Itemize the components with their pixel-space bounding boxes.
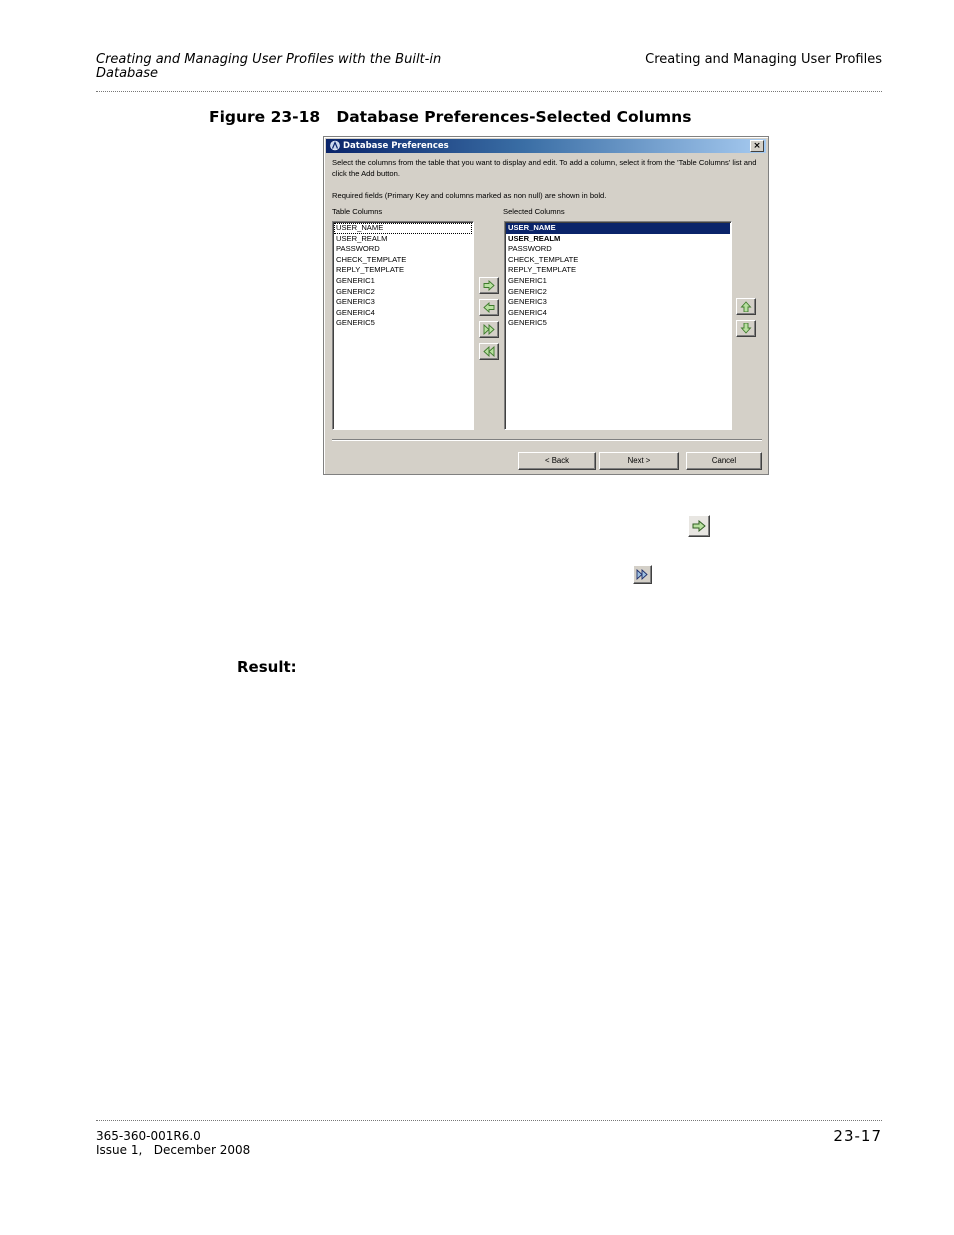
arrow-up-icon [740,301,752,312]
list-item[interactable]: CHECK_TEMPLATE [506,255,730,266]
header-chapter-title: Creating and Managing User Profiles with… [96,52,442,81]
figure-caption: Figure 23-18 Database Preferences-Select… [209,108,692,126]
list-item[interactable]: PASSWORD [334,244,472,255]
list-item[interactable]: GENERIC5 [334,318,472,329]
remove-all-columns-button[interactable] [479,343,499,360]
list-item[interactable]: GENERIC3 [334,297,472,308]
list-item[interactable]: USER_NAME [334,223,472,234]
dialog-separator [332,439,762,441]
double-arrow-right-icon [636,569,648,580]
add-all-columns-button[interactable] [479,321,499,338]
doc-number: 365-360-001R6.0 [96,1129,201,1143]
list-item[interactable]: GENERIC1 [506,276,730,287]
close-icon: × [753,141,761,151]
list-item[interactable]: GENERIC1 [334,276,472,287]
list-item[interactable]: USER_REALM [506,234,730,245]
double-arrow-right-icon [483,324,495,335]
list-item[interactable]: USER_REALM [334,234,472,245]
arrow-left-icon [483,302,495,313]
database-preferences-dialog: Database Preferences × Select the column… [323,136,769,475]
add-button-sample [688,515,710,537]
close-button[interactable]: × [750,140,764,152]
list-item[interactable]: GENERIC2 [334,287,472,298]
page-number: 23-17 [833,1127,882,1145]
move-up-button[interactable] [736,298,756,315]
arrow-right-icon [483,280,495,291]
list-item[interactable]: GENERIC3 [506,297,730,308]
list-item[interactable]: PASSWORD [506,244,730,255]
arrow-down-icon [740,323,752,334]
list-item[interactable]: CHECK_TEMPLATE [334,255,472,266]
table-columns-list[interactable]: USER_NAME USER_REALM PASSWORD CHECK_TEMP… [332,221,474,430]
dialog-title: Database Preferences [343,141,449,151]
remove-column-button[interactable] [479,299,499,316]
add-column-button[interactable] [479,277,499,294]
dialog-titlebar[interactable]: Database Preferences × [326,139,766,153]
footer-divider [96,1120,882,1121]
cancel-button[interactable]: Cancel [686,452,762,470]
app-icon [330,140,340,151]
back-button[interactable]: < Back [518,452,596,470]
selected-columns-list[interactable]: USER_NAME USER_REALM PASSWORD CHECK_TEMP… [504,221,732,430]
table-columns-label: Table Columns [332,207,383,216]
arrow-right-icon [692,520,706,532]
add-all-button-sample [633,565,652,584]
next-button[interactable]: Next > [599,452,679,470]
move-down-button[interactable] [736,320,756,337]
required-fields-note: Required fields (Primary Key and columns… [332,191,607,200]
result-label: Result: [237,658,297,676]
footer-doc-info: 365-360-001R6.0 Issue 1, December 2008 [96,1129,250,1157]
selected-columns-label: Selected Columns [503,207,565,216]
list-item[interactable]: USER_NAME [506,223,730,234]
list-item[interactable]: REPLY_TEMPLATE [506,265,730,276]
header-divider [96,91,882,92]
list-item[interactable]: GENERIC5 [506,318,730,329]
list-item[interactable]: GENERIC4 [334,308,472,319]
list-item[interactable]: REPLY_TEMPLATE [334,265,472,276]
list-item[interactable]: GENERIC2 [506,287,730,298]
header-section-title: Creating and Managing User Profiles [645,52,882,67]
instructions-text: Select the columns from the table that y… [332,158,757,178]
issue-date: Issue 1, December 2008 [96,1143,251,1157]
list-item[interactable]: GENERIC4 [506,308,730,319]
double-arrow-left-icon [483,346,495,357]
